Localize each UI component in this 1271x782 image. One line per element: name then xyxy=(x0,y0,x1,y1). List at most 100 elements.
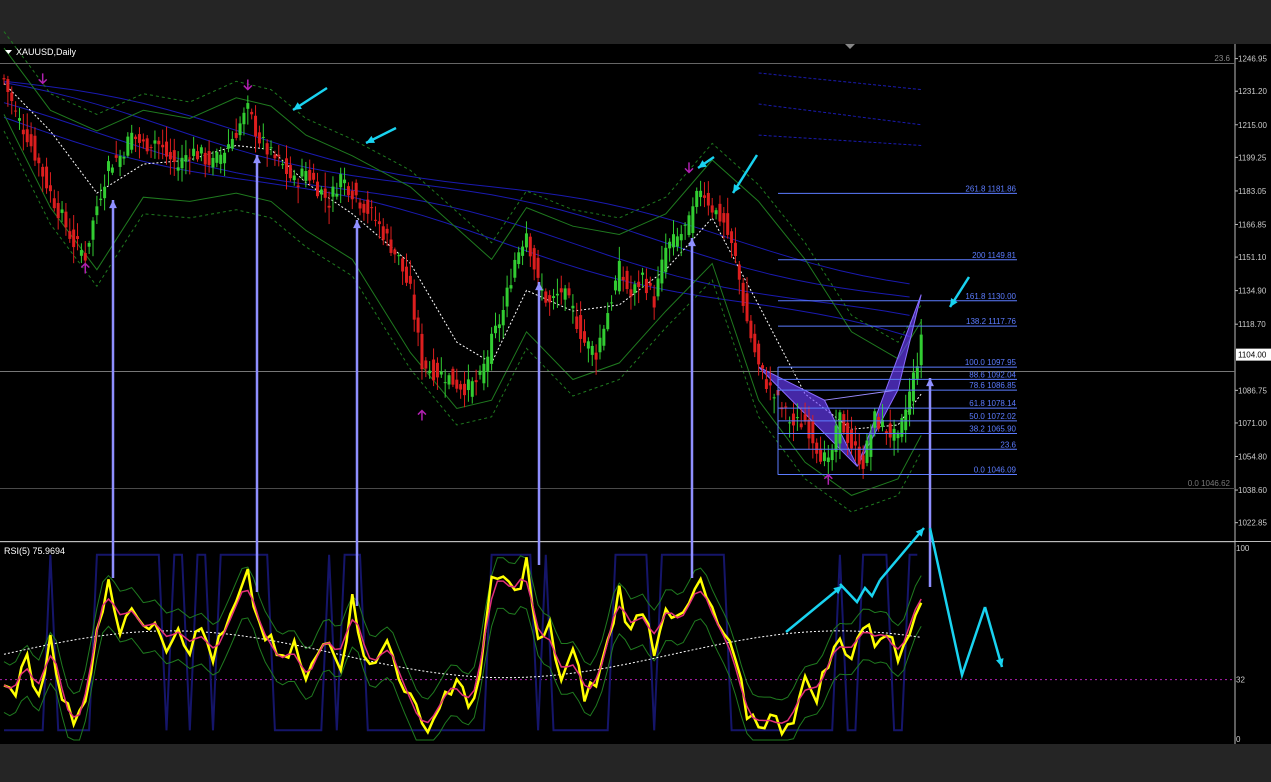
candle-body xyxy=(273,154,277,159)
candle-body xyxy=(791,413,795,426)
candle-body xyxy=(412,294,416,320)
candle-body xyxy=(420,333,424,370)
candle-body xyxy=(68,231,72,239)
candle-body xyxy=(675,236,679,247)
candle-body xyxy=(242,112,246,125)
candle-body xyxy=(439,371,443,375)
fib-level-label: 200 1149.81 xyxy=(972,251,1016,260)
candle-body xyxy=(733,242,737,257)
candle-body xyxy=(331,186,335,197)
candle-body xyxy=(76,236,80,239)
candle-body xyxy=(153,140,157,144)
candle-body xyxy=(672,234,676,248)
candle-body xyxy=(846,422,850,443)
candle-body xyxy=(404,266,408,283)
price-tick-label: 1215.00 xyxy=(1238,121,1267,130)
candle-body xyxy=(679,234,683,241)
candle-body xyxy=(265,143,269,155)
candle-body xyxy=(853,441,857,446)
candle-body xyxy=(575,316,579,330)
candle-body xyxy=(250,111,254,115)
candle-body xyxy=(304,171,308,181)
fib-level-label: 0.0 1046.09 xyxy=(974,466,1017,475)
candle-body xyxy=(691,206,695,234)
candle-body xyxy=(521,246,525,256)
candle-body xyxy=(613,280,617,291)
current-price-label: 1104.00 xyxy=(1238,351,1267,360)
candle-body xyxy=(652,296,656,308)
candle-body xyxy=(904,409,908,431)
candle-body xyxy=(745,293,749,322)
candle-body xyxy=(118,155,122,167)
candle-body xyxy=(296,185,300,187)
zero-level-label: 0.0 1046.62 xyxy=(1188,479,1231,488)
candle-body xyxy=(621,276,625,281)
candle-body xyxy=(48,185,52,192)
candle-body xyxy=(567,288,571,296)
fib-level-label: 38.2 1065.90 xyxy=(969,425,1016,434)
candle-body xyxy=(362,203,366,213)
fib-level-label: 261.8 1181.86 xyxy=(965,184,1016,193)
candle-body xyxy=(103,186,107,199)
candle-body xyxy=(768,382,772,386)
candle-body xyxy=(656,278,660,297)
rsi-label: RSI(5) 75.9694 xyxy=(4,546,65,556)
price-tick-label: 1183.05 xyxy=(1238,187,1267,196)
candle-body xyxy=(393,249,397,255)
price-tick-label: 1151.10 xyxy=(1238,253,1267,262)
candle-body xyxy=(919,334,923,366)
candle-body xyxy=(490,333,494,364)
candle-body xyxy=(126,136,130,156)
candle-body xyxy=(683,224,687,226)
candle-body xyxy=(830,449,834,461)
candle-body xyxy=(455,379,459,389)
chart-canvas[interactable]: 23.6 0.0 1046.62 261.8 1181.86 200 1149.81… xyxy=(0,0,1271,777)
fib-level-label: 61.8 1078.14 xyxy=(969,399,1016,408)
candle-body xyxy=(625,270,629,289)
candle-body xyxy=(408,275,412,284)
candle-body xyxy=(571,305,575,309)
candle-body xyxy=(203,152,207,165)
fib-level-label: 23.6 xyxy=(1000,440,1016,449)
candle-body xyxy=(451,368,455,385)
candle-body xyxy=(548,295,552,303)
candle-body xyxy=(292,175,296,181)
candle-body xyxy=(207,150,211,165)
candle-body xyxy=(45,166,49,189)
candle-body xyxy=(145,138,149,152)
candle-body xyxy=(25,129,29,143)
candle-body xyxy=(199,147,203,154)
chart-window[interactable]: 23.6 0.0 1046.62 261.8 1181.86 200 1149.81… xyxy=(0,0,1271,777)
candle-body xyxy=(637,281,641,288)
candle-body xyxy=(261,136,265,138)
candle-body xyxy=(764,379,768,389)
candle-body xyxy=(629,289,633,297)
candle-body xyxy=(37,157,41,164)
candle-body xyxy=(555,293,559,296)
candle-body xyxy=(706,192,710,206)
candle-body xyxy=(838,412,842,444)
candle-body xyxy=(285,158,289,174)
candle-body xyxy=(211,157,215,168)
candle-body xyxy=(64,211,68,228)
candle-body xyxy=(822,452,826,462)
rsi-tick-label: 0 xyxy=(1236,735,1241,744)
price-tick-label: 1118.70 xyxy=(1238,320,1266,329)
price-pane[interactable] xyxy=(0,44,1235,541)
candle-body xyxy=(180,157,184,169)
candle-body xyxy=(339,174,343,188)
candle-body xyxy=(315,181,319,197)
candle-body xyxy=(83,253,87,261)
candle-body xyxy=(552,296,556,298)
candle-body xyxy=(826,457,830,463)
candle-body xyxy=(815,442,819,454)
candle-body xyxy=(312,172,316,180)
candle-body xyxy=(246,103,250,109)
candle-body xyxy=(730,231,734,244)
candle-body xyxy=(749,320,753,339)
candle-body xyxy=(590,345,594,355)
candle-body xyxy=(509,285,513,289)
candle-body xyxy=(648,282,652,286)
candle-body xyxy=(300,168,304,177)
candle-body xyxy=(366,199,370,214)
